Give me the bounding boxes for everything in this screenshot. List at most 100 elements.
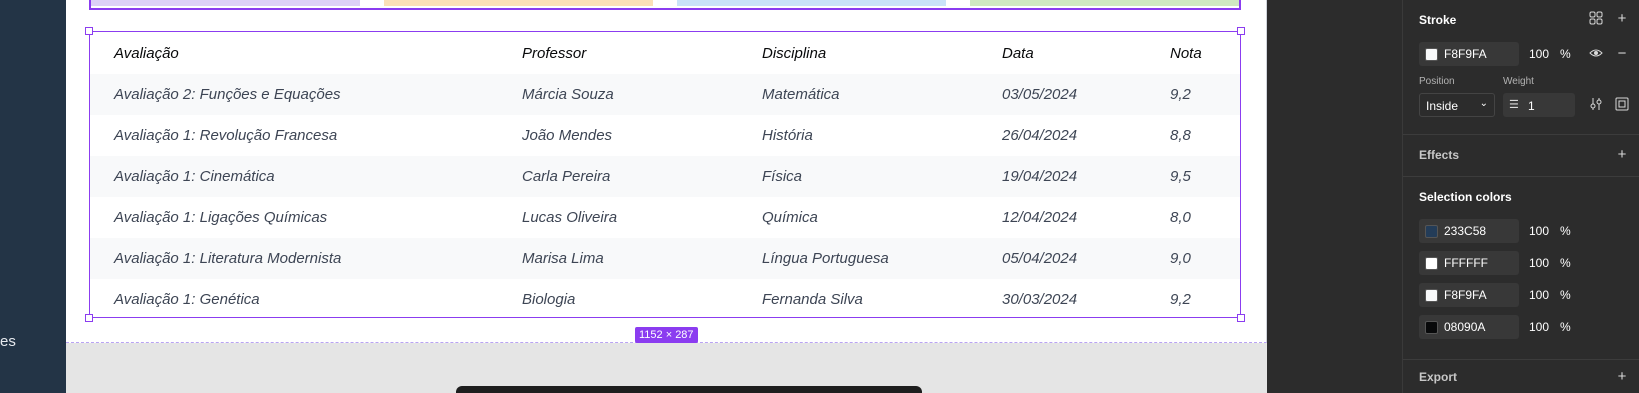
cell-nota: 9,0 (1170, 250, 1191, 267)
cell-disciplina: História (762, 127, 813, 144)
table-row[interactable]: Avaliação 1: Revolução Francesa João Men… (90, 115, 1240, 156)
cell-nota: 9,5 (1170, 168, 1191, 185)
grades-table: Avaliação Professor Disciplina Data Nota… (90, 32, 1240, 320)
selection-color-row[interactable]: FFFFFF 100 % (1419, 251, 1577, 275)
bottom-toolbar[interactable] (456, 386, 922, 393)
color-opacity[interactable]: 100 (1529, 224, 1549, 238)
resize-handle-top-left[interactable] (85, 27, 93, 35)
table-row[interactable]: Avaliação 1: Literatura Modernista Maris… (90, 238, 1240, 279)
cell-avaliacao: Avaliação 1: Cinemática (114, 168, 275, 185)
summary-card-green[interactable] (970, 0, 1239, 6)
stroke-opacity[interactable]: 100 (1529, 47, 1549, 61)
eye-icon[interactable] (1588, 46, 1604, 62)
cell-professor: Biologia (522, 291, 576, 308)
table-row[interactable]: Avaliação 2: Funções e Equações Márcia S… (90, 74, 1240, 115)
cell-professor: Márcia Souza (522, 86, 614, 103)
selection-colors-title: Selection colors (1419, 190, 1512, 204)
stroke-color-row[interactable]: F8F9FA 100 % (1419, 42, 1577, 66)
cell-avaliacao: Avaliação 2: Funções e Equações (114, 86, 341, 103)
design-canvas[interactable]: Avaliação Professor Disciplina Data Nota… (66, 0, 1267, 393)
properties-panel: Stroke + F8F9FA 100 % − Position Weight … (1402, 0, 1639, 393)
add-export-plus-icon[interactable]: + (1614, 369, 1630, 385)
stroke-settings-icon[interactable] (1588, 97, 1604, 113)
table-header-row: Avaliação Professor Disciplina Data Nota (90, 32, 1240, 74)
selection-colors-section: Selection colors 233C58 100 % FFFFFF 100… (1403, 177, 1639, 360)
layer-label-fragment[interactable]: es (0, 333, 16, 350)
grades-table-selection[interactable]: Avaliação Professor Disciplina Data Nota… (89, 31, 1241, 318)
selection-color-row[interactable]: F8F9FA 100 % (1419, 283, 1577, 307)
chevron-down-icon: ⌄ (1479, 98, 1488, 109)
cell-data: 12/04/2024 (1002, 209, 1078, 226)
cell-disciplina: Física (762, 168, 803, 185)
stroke-title: Stroke (1419, 13, 1457, 27)
color-swatch[interactable] (1425, 321, 1438, 334)
color-swatch[interactable] (1425, 289, 1438, 302)
cell-avaliacao: Avaliação 1: Ligações Químicas (114, 209, 328, 226)
summary-card-purple[interactable] (91, 0, 360, 6)
cell-data: 30/03/2024 (1002, 291, 1078, 308)
color-opacity-unit: % (1560, 320, 1571, 334)
color-swatch[interactable] (1425, 257, 1438, 270)
cell-nota: 8,8 (1170, 127, 1191, 144)
summary-card-orange[interactable] (384, 0, 653, 6)
table-row[interactable]: Avaliação 1: Cinemática Carla Pereira Fí… (90, 156, 1240, 197)
weight-label: Weight (1503, 76, 1534, 87)
stroke-position-value: Inside (1426, 99, 1459, 113)
stroke-section: Stroke + F8F9FA 100 % − Position Weight … (1403, 0, 1639, 135)
cell-professor: Carla Pereira (522, 168, 611, 185)
export-section: Export + (1403, 360, 1639, 393)
add-effect-plus-icon[interactable]: + (1614, 147, 1630, 163)
summary-cards-strip[interactable] (89, 0, 1241, 10)
color-opacity[interactable]: 100 (1529, 320, 1549, 334)
selection-color-row[interactable]: 233C58 100 % (1419, 219, 1577, 243)
cell-nota: 9,2 (1170, 86, 1191, 103)
add-stroke-plus-icon[interactable]: + (1614, 11, 1630, 27)
color-opacity-unit: % (1560, 256, 1571, 270)
cell-avaliacao: Avaliação 1: Genética (114, 291, 260, 308)
cell-nota: 9,2 (1170, 291, 1191, 308)
header-professor: Professor (522, 44, 587, 62)
cell-data: 26/04/2024 (1002, 127, 1078, 144)
cell-disciplina: Língua Portuguesa (762, 250, 889, 267)
cell-disciplina: Química (762, 209, 818, 226)
color-hex[interactable]: FFFFFF (1444, 256, 1488, 270)
stroke-position-select[interactable]: Inside ⌄ (1419, 93, 1495, 117)
header-nota: Nota (1170, 44, 1202, 62)
effects-title: Effects (1419, 148, 1460, 162)
resize-handle-bottom-right[interactable] (1237, 314, 1245, 322)
color-hex[interactable]: 08090A (1444, 320, 1485, 334)
layers-panel: es (0, 0, 66, 393)
color-hex[interactable]: 233C58 (1444, 224, 1486, 238)
cell-data: 05/04/2024 (1002, 250, 1078, 267)
color-hex[interactable]: F8F9FA (1444, 288, 1487, 302)
selection-color-row[interactable]: 08090A 100 % (1419, 315, 1577, 339)
table-row[interactable]: Avaliação 1: Genética Biologia Fernanda … (90, 279, 1240, 320)
stroke-weight-input[interactable]: ☰ 1 (1503, 93, 1575, 117)
stroke-frame-icon[interactable] (1614, 97, 1630, 113)
cell-avaliacao: Avaliação 1: Literatura Modernista (114, 250, 342, 267)
color-opacity[interactable]: 100 (1529, 256, 1549, 270)
position-label: Position (1419, 76, 1455, 87)
table-row[interactable]: Avaliação 1: Ligações Químicas Lucas Oli… (90, 197, 1240, 238)
stroke-weight-value: 1 (1528, 99, 1535, 113)
color-opacity-unit: % (1560, 224, 1571, 238)
cell-avaliacao: Avaliação 1: Revolução Francesa (114, 127, 338, 144)
header-avaliacao: Avaliação (114, 44, 179, 62)
resize-handle-top-right[interactable] (1237, 27, 1245, 35)
stroke-opacity-unit: % (1560, 47, 1571, 61)
color-swatch[interactable] (1425, 225, 1438, 238)
summary-card-blue[interactable] (677, 0, 946, 6)
resize-handle-bottom-left[interactable] (85, 314, 93, 322)
page-frame[interactable]: Avaliação Professor Disciplina Data Nota… (66, 0, 1267, 343)
cell-data: 03/05/2024 (1002, 86, 1078, 103)
dimension-badge: 1152 × 287 (635, 327, 698, 343)
export-title: Export (1419, 370, 1458, 384)
remove-stroke-minus-icon[interactable]: − (1614, 46, 1630, 62)
stroke-hex[interactable]: F8F9FA (1444, 47, 1487, 61)
header-disciplina: Disciplina (762, 44, 827, 62)
stroke-swatch[interactable] (1425, 48, 1438, 61)
grid-icon[interactable] (1588, 11, 1604, 27)
cell-professor: João Mendes (522, 127, 613, 144)
effects-section: Effects + (1403, 135, 1639, 177)
color-opacity[interactable]: 100 (1529, 288, 1549, 302)
